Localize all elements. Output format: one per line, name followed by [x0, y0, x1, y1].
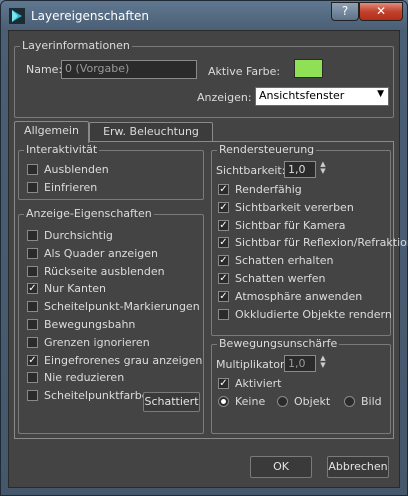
checkbox-box[interactable]: ✓: [218, 201, 229, 213]
checkbox-box[interactable]: [27, 247, 38, 259]
checkbox-box[interactable]: ✓: [27, 354, 38, 366]
close-button[interactable]: ✕: [359, 2, 403, 21]
visibility-spinner[interactable]: ▲ ▼: [318, 161, 328, 177]
visibility-field[interactable]: 1,0: [284, 161, 316, 178]
checkbox-label: Bewegungsbahn: [44, 318, 136, 331]
radio-button[interactable]: [277, 396, 288, 407]
checkbox-box[interactable]: [27, 301, 38, 313]
tab-panel-allgemein: Interaktivität Ausblenden Einfrieren Anz…: [14, 141, 408, 439]
name-label: Name:: [26, 63, 63, 76]
checkbox-box[interactable]: [218, 308, 229, 320]
checkbox-box[interactable]: [27, 319, 38, 330]
radio-button[interactable]: [344, 396, 355, 407]
checkbox-label: Aktiviert: [235, 377, 282, 390]
radio-label: Objekt: [294, 395, 331, 408]
checkbox-label: Einfrieren: [44, 181, 98, 194]
checkbox-box[interactable]: ✓: [218, 184, 229, 195]
render-control-group-title: Rendersteuerung: [217, 143, 317, 156]
display-properties-group-title: Anzeige-Eigenschaften: [24, 207, 154, 220]
checkbox-box[interactable]: ✓: [218, 237, 229, 249]
checkbox-label: Scheitelpunkt-Markierungen: [44, 300, 200, 314]
dialog-window: Layereigenschaften ? ✕ Layerinformatione…: [0, 0, 408, 496]
interactivity-group-title: Interaktivität: [24, 143, 100, 156]
display-properties-group: Anzeige-Eigenschaften Durchsichtig Als Qu…: [18, 207, 204, 434]
help-button[interactable]: ?: [331, 2, 359, 21]
display-select[interactable]: Ansichtsfenster ▼: [255, 87, 389, 106]
checkbox-box[interactable]: [27, 390, 38, 402]
checkbox-box[interactable]: ✓: [218, 273, 229, 284]
app-icon: [9, 8, 25, 24]
layer-info-group-title: Layerinformationen: [20, 39, 132, 52]
radio-button[interactable]: [218, 396, 229, 407]
visibility-label: Sichtbarkeit:: [216, 164, 286, 177]
checkbox-label: Nur Kanten: [44, 282, 107, 296]
checkbox-box[interactable]: [27, 164, 38, 175]
checkbox-label: Nie reduzieren: [44, 371, 125, 385]
checkbox-label: Scheitelpunktfarben: [44, 389, 156, 403]
checkbox-label: Renderfähig: [235, 183, 302, 196]
checkbox-box[interactable]: [27, 336, 38, 348]
multiplier-spinner[interactable]: ▲ ▼: [318, 355, 328, 371]
checkbox-box[interactable]: [27, 265, 38, 277]
multiplier-field[interactable]: 1,0: [284, 355, 316, 372]
ok-button[interactable]: OK: [250, 456, 312, 478]
checkbox-label: Grenzen ignorieren: [44, 335, 150, 349]
tab-allgemein[interactable]: Allgemein: [14, 121, 89, 143]
chevron-down-icon: ▼: [377, 89, 384, 99]
dialog-client-area: Layerinformationen Name: 0 (Vorgabe) Akt…: [8, 30, 408, 488]
checkbox-label: Eingefrorenes grau anzeigen: [44, 353, 203, 367]
motion-blur-group-title: Bewegungsunschärfe: [217, 337, 340, 350]
checkbox-box[interactable]: ✓: [218, 378, 229, 389]
active-color-label: Aktive Farbe:: [208, 65, 281, 78]
checkbox-box[interactable]: [27, 182, 38, 193]
radio-label: Bild: [361, 395, 382, 408]
checkbox-box[interactable]: [27, 230, 38, 241]
checkbox-label: Schatten erhalten: [235, 254, 334, 268]
checkbox-label: Durchsichtig: [44, 229, 113, 242]
checkbox-label: Sichtbar für Kamera: [235, 218, 346, 232]
checkbox-box[interactable]: ✓: [218, 219, 229, 231]
checkbox-label: Als Quader anzeigen: [44, 246, 158, 260]
checkbox-label: Sichtbarkeit vererben: [235, 200, 354, 214]
cancel-button[interactable]: Abbrechen: [327, 456, 389, 478]
window-title: Layereigenschaften: [31, 9, 150, 23]
shaded-button[interactable]: Schattiert: [143, 392, 200, 412]
checkbox-box[interactable]: ✓: [27, 283, 38, 295]
motion-blur-group: Bewegungsunschärfe Multiplikator: 1,0 ▲ ▼…: [211, 337, 391, 434]
interactivity-group: Interaktivität Ausblenden Einfrieren: [18, 143, 204, 200]
active-color-swatch[interactable]: [294, 59, 323, 78]
display-select-value: Ansichtsfenster: [259, 89, 345, 102]
tab-erw-beleuchtung[interactable]: Erw. Beleuchtung: [89, 122, 213, 142]
checkbox-label: Rückseite ausblenden: [44, 264, 165, 278]
display-label: Anzeigen:: [197, 91, 252, 104]
checkbox-box[interactable]: [27, 372, 38, 384]
checkbox-box[interactable]: ✓: [218, 255, 229, 267]
checkbox-label: Okkludierte Objekte rendern: [235, 307, 392, 321]
render-control-group: Rendersteuerung Sichtbarkeit: 1,0 ▲ ▼ ✓ Re…: [211, 143, 408, 336]
layer-info-group: Layerinformationen Name: 0 (Vorgabe) Akt…: [14, 39, 394, 118]
checkbox-box[interactable]: ✓: [218, 290, 229, 302]
checkbox-label: Sichtbar für Reflexion/Refraktion: [235, 236, 408, 250]
radio-label: Keine: [235, 395, 266, 408]
name-field[interactable]: 0 (Vorgabe): [61, 60, 197, 79]
checkbox-label: Atmosphäre anwenden: [235, 289, 363, 303]
checkbox-label: Schatten werfen: [235, 272, 326, 285]
checkbox-label: Ausblenden: [44, 163, 109, 176]
multiplier-label: Multiplikator:: [216, 358, 288, 371]
title-bar[interactable]: Layereigenschaften ? ✕: [1, 1, 407, 31]
